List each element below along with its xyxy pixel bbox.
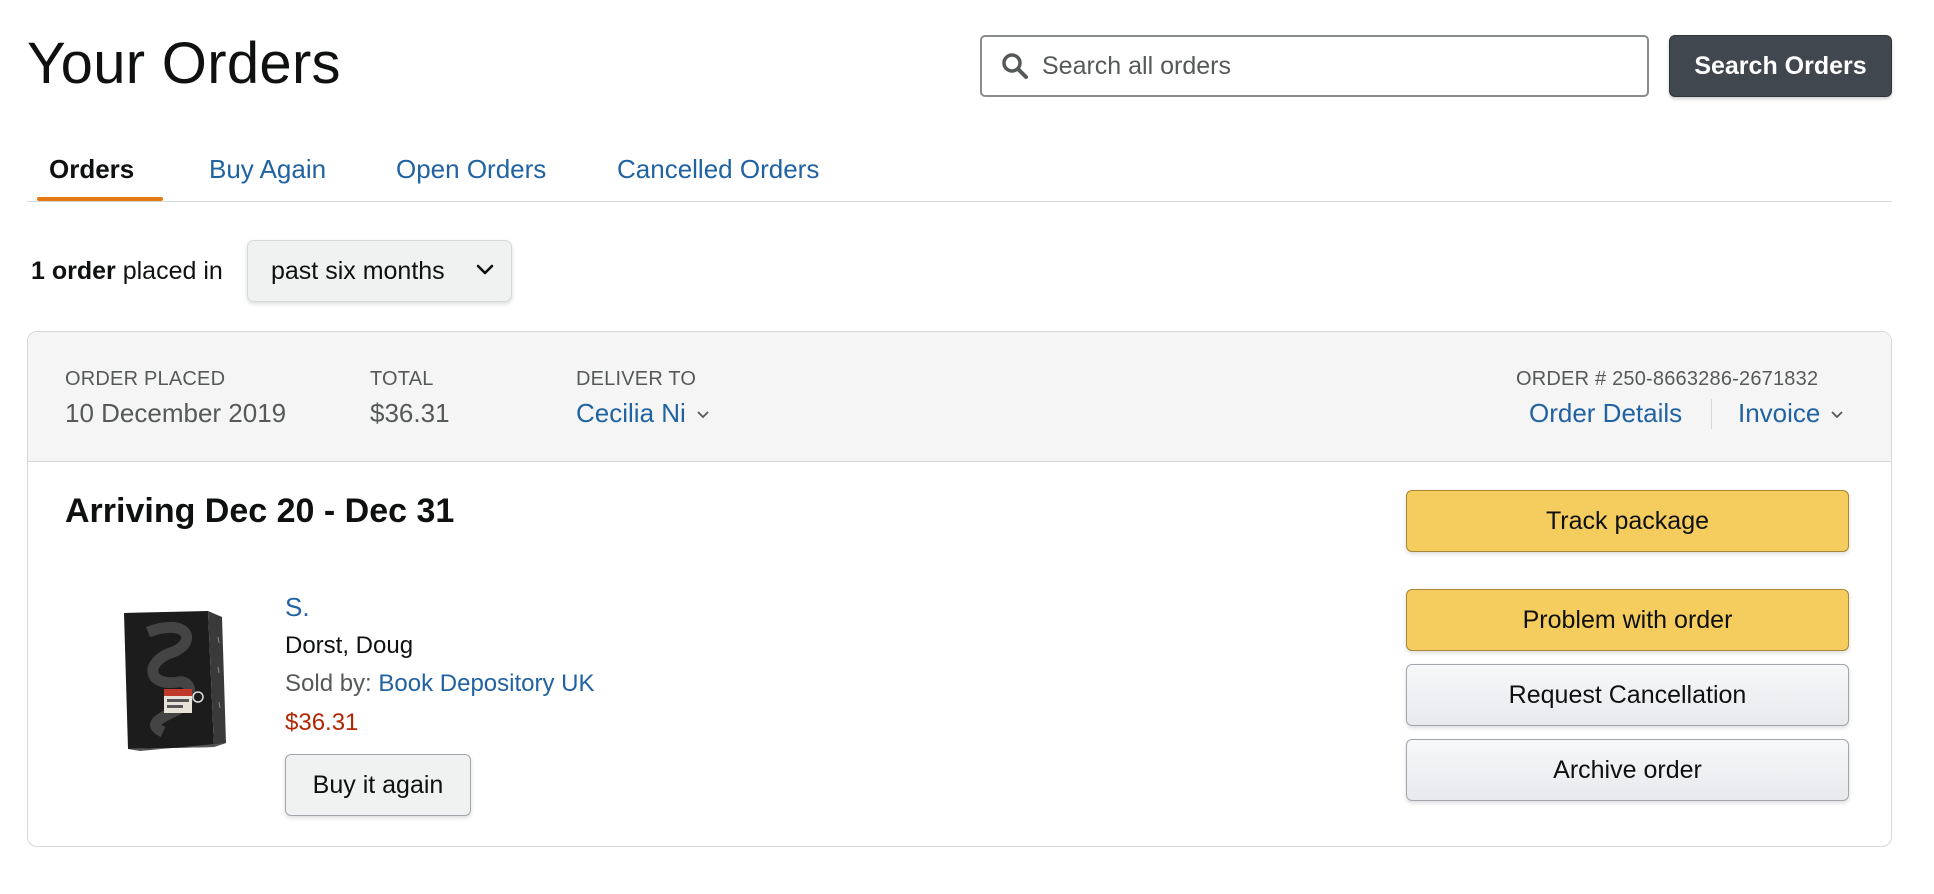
archive-order-button[interactable]: Archive order	[1406, 739, 1849, 801]
page-title: Your Orders	[27, 31, 341, 96]
deliver-to-label: DELIVER TO	[576, 368, 697, 390]
header-divider	[1711, 399, 1712, 429]
tab-open-orders[interactable]: Open Orders	[396, 154, 546, 185]
track-package-button[interactable]: Track package	[1406, 490, 1849, 552]
active-tab-indicator	[37, 197, 163, 201]
buy-again-button[interactable]: Buy it again	[285, 754, 471, 816]
seller-link[interactable]: Book Depository UK	[378, 670, 594, 697]
deliver-to-name: Cecilia Ni	[576, 398, 686, 428]
invoice-link[interactable]: Invoice	[1738, 398, 1844, 429]
order-details-link[interactable]: Order Details	[1529, 398, 1682, 429]
time-range-select[interactable]: past six months	[247, 240, 512, 302]
order-number: ORDER # 250-8663286-2671832	[1516, 368, 1819, 390]
chevron-down-icon	[697, 411, 709, 419]
request-cancellation-button[interactable]: Request Cancellation	[1406, 664, 1849, 726]
search-input[interactable]	[1042, 51, 1622, 81]
item-author: Dorst, Doug	[285, 632, 414, 659]
time-range-value: past six months	[271, 256, 445, 285]
search-box[interactable]	[980, 35, 1649, 97]
search-orders-button[interactable]: Search Orders	[1669, 35, 1892, 97]
tab-buy-again[interactable]: Buy Again	[209, 154, 326, 185]
order-placed-label: ORDER PLACED	[65, 368, 226, 390]
chevron-down-icon	[476, 264, 494, 275]
order-count-text: 1 order placed in	[31, 257, 223, 286]
item-seller: Sold by: Book Depository UK	[285, 670, 594, 698]
problem-with-order-button[interactable]: Problem with order	[1406, 589, 1849, 651]
chevron-down-icon	[1831, 411, 1844, 419]
order-tabs: Orders Buy Again Open Orders Cancelled O…	[27, 140, 1892, 202]
order-card: ORDER PLACED 10 December 2019 TOTAL $36.…	[27, 331, 1892, 847]
book-cover-image[interactable]	[118, 607, 228, 752]
order-total-label: TOTAL	[370, 368, 434, 390]
deliver-to-link[interactable]: Cecilia Ni	[576, 398, 710, 429]
search-icon	[1002, 53, 1028, 79]
tab-orders[interactable]: Orders	[49, 154, 134, 185]
order-count: 1 order	[31, 256, 116, 285]
placed-in-text: placed in	[115, 256, 223, 285]
item-price: $36.31	[285, 709, 359, 736]
order-placed-value: 10 December 2019	[65, 398, 287, 428]
sold-by-label: Sold by:	[285, 670, 379, 697]
item-title-link[interactable]: S.	[285, 592, 310, 623]
order-filter: 1 order placed in past six months	[31, 240, 512, 302]
invoice-label: Invoice	[1738, 398, 1821, 428]
tab-cancelled-orders[interactable]: Cancelled Orders	[617, 154, 819, 185]
order-header: ORDER PLACED 10 December 2019 TOTAL $36.…	[28, 332, 1891, 462]
arriving-status: Arriving Dec 20 - Dec 31	[65, 492, 455, 530]
order-total-value: $36.31	[370, 398, 450, 428]
